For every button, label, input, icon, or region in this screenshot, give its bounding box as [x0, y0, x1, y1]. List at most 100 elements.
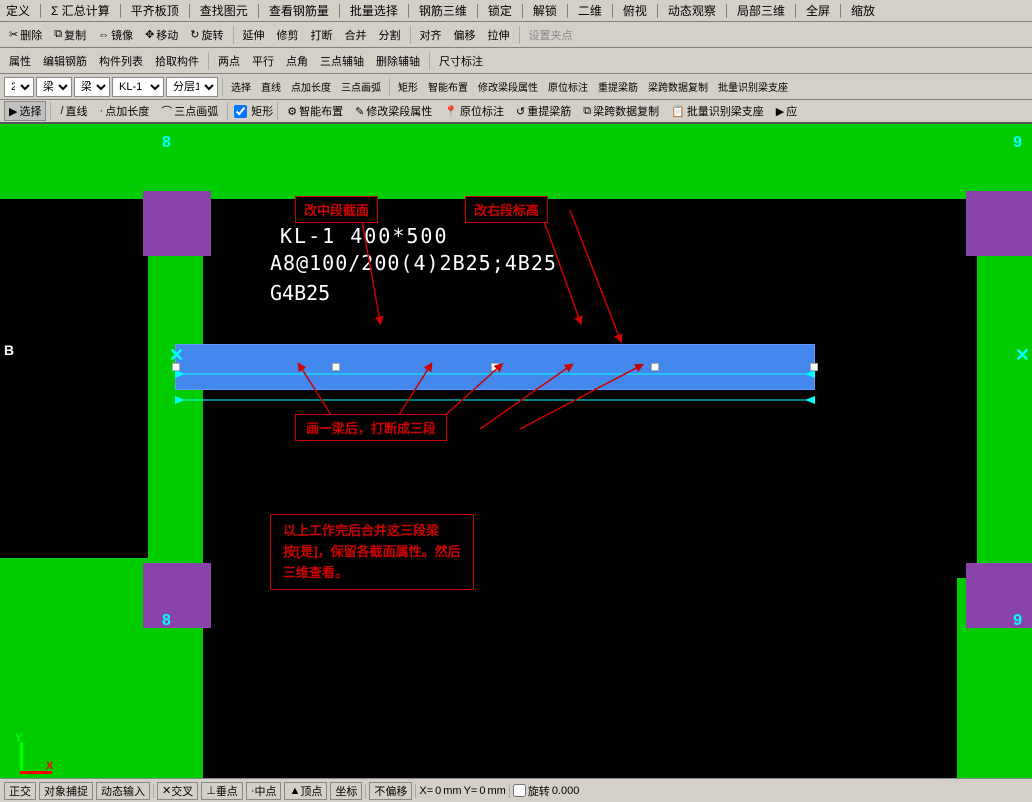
y-value: 0: [479, 785, 485, 797]
dim-line-top: [175, 364, 815, 384]
snap-line[interactable]: / 直线: [55, 101, 92, 121]
type1-select[interactable]: 梁: [36, 77, 72, 97]
menu-define[interactable]: 定义: [2, 1, 34, 20]
snap-3pt-arc[interactable]: ⌒ 三点画弧: [156, 101, 223, 121]
btn-parallel[interactable]: 平行: [247, 50, 279, 72]
menu-fullscreen[interactable]: 全屏: [802, 1, 834, 20]
unit2: mm: [487, 785, 505, 797]
menu-top-view[interactable]: 俯视: [619, 1, 651, 20]
main-canvas[interactable]: ✕ ✕ KL-1 400*500 A8@100/200(4)2B25;4B25 …: [0, 124, 1032, 778]
btn-3pt-aux[interactable]: 三点辅轴: [315, 50, 369, 72]
btn-copy[interactable]: ⧉复制: [49, 24, 91, 46]
x-marker-right: ✕: [1015, 345, 1030, 366]
status-not-offset[interactable]: 不偏移: [369, 782, 412, 800]
rotate-display: 旋转 0.000: [513, 783, 580, 799]
btn-edit-rebar2[interactable]: 直线: [257, 77, 285, 97]
btn-break[interactable]: 打断: [306, 24, 338, 46]
menu-2d[interactable]: 二维: [574, 1, 606, 20]
btn-trim[interactable]: 修剪: [272, 24, 304, 46]
id-select[interactable]: KL-1: [112, 77, 164, 97]
snap-smart[interactable]: ⚙ 智能布置: [282, 101, 348, 121]
status-ortho[interactable]: 正交: [4, 782, 36, 800]
y-axis-line: [20, 742, 23, 774]
btn-delete[interactable]: ✂删除: [4, 24, 47, 46]
btn-parallel2[interactable]: 智能布置: [424, 77, 472, 97]
beam-label-line2: A8@100/200(4)2B25;4B25: [270, 251, 557, 275]
status-top[interactable]: ▲ 顶点: [284, 782, 327, 800]
menu-rebar-qty[interactable]: 查看钢筋量: [265, 1, 333, 20]
rotate-value: 0.000: [552, 785, 580, 797]
num-top-right: 9: [1013, 134, 1022, 152]
menu-zoom[interactable]: 缩放: [847, 1, 879, 20]
type2-select[interactable]: 梁: [74, 77, 110, 97]
support-bottom-left: [143, 563, 211, 628]
anno-break: 画一梁后，打断成三段: [295, 414, 447, 441]
btn-move[interactable]: ✥移动: [140, 24, 183, 46]
btn-span-copy[interactable]: 梁跨数据复制: [644, 77, 712, 97]
btn-align[interactable]: 对齐: [415, 24, 447, 46]
btn-pt-angle2[interactable]: 修改梁段属性: [474, 77, 542, 97]
snap-in-situ[interactable]: 📍 原位标注: [439, 101, 509, 121]
btn-dim[interactable]: 尺寸标注: [434, 50, 488, 72]
anno-merge: 以上工作完后合并这三段梁 按[是]，保留各截面属性。然后三维查看。: [270, 514, 474, 590]
btn-pick-comp2[interactable]: 三点画弧: [337, 77, 385, 97]
num-top-left: 8: [162, 134, 171, 152]
x-marker-left: ✕: [169, 345, 184, 366]
btn-pick-comp[interactable]: 拾取构件: [150, 50, 204, 72]
layer-num-select[interactable]: 2: [4, 77, 34, 97]
snap-span-copy[interactable]: ⧉ 梁跨数据复制: [578, 101, 664, 121]
menu-batch-select[interactable]: 批量选择: [346, 1, 402, 20]
toolbar1: ✂删除 ⧉复制 ⇔镜像 ✥移动 ↻旋转 延伸 修剪 打断 合并 分割 对齐 偏移…: [0, 22, 1032, 48]
status-snap[interactable]: 对象捕捉: [39, 782, 93, 800]
layer-select[interactable]: 分层1: [166, 77, 218, 97]
btn-3pt-aux2[interactable]: 原位标注: [544, 77, 592, 97]
status-cross[interactable]: ✕ 交叉: [157, 782, 198, 800]
btn-del-aux2[interactable]: 重提梁筋: [594, 77, 642, 97]
btn-stretch[interactable]: 拉伸: [483, 24, 515, 46]
btn-split[interactable]: 分割: [374, 24, 406, 46]
status-dynamic[interactable]: 动态输入: [96, 782, 150, 800]
btn-rotate[interactable]: ↻旋转: [185, 24, 228, 46]
snap-re-rebar[interactable]: ↺ 重提梁筋: [511, 101, 576, 121]
btn-edit-rebar[interactable]: 编辑钢筋: [38, 50, 92, 72]
btn-comp-list2[interactable]: 点加长度: [287, 77, 335, 97]
menu-rebar-3d[interactable]: 钢筋三维: [415, 1, 471, 20]
status-coord[interactable]: 坐标: [330, 782, 362, 800]
menu-find[interactable]: 查找图元: [196, 1, 252, 20]
rotate-checkbox[interactable]: [513, 784, 526, 797]
menu-align-top[interactable]: 平齐板顶: [127, 1, 183, 20]
menu-lock[interactable]: 锁定: [484, 1, 516, 20]
btn-grip[interactable]: 设置夹点: [524, 24, 578, 46]
y-label: Y=: [464, 785, 478, 797]
status-center[interactable]: · 中点: [246, 782, 282, 800]
btn-merge[interactable]: 合并: [340, 24, 372, 46]
menu-summary[interactable]: Σ 汇总计算: [47, 1, 114, 20]
btn-two-pt[interactable]: 两点: [213, 50, 245, 72]
snap-batch-support[interactable]: 📋 批量识别梁支座: [666, 101, 769, 121]
btn-mirror[interactable]: ⇔镜像: [93, 24, 138, 46]
menu-dynamic-obs[interactable]: 动态观察: [664, 1, 720, 20]
btn-offset[interactable]: 偏移: [449, 24, 481, 46]
support-top-right: [966, 191, 1032, 256]
btn-props2[interactable]: 选择: [227, 77, 255, 97]
btn-extend[interactable]: 延伸: [238, 24, 270, 46]
anno-merge-body: 按[是]，保留各截面属性。然后三维查看。: [283, 542, 461, 584]
btn-props[interactable]: 属性: [4, 50, 36, 72]
btn-pt-angle[interactable]: 点角: [281, 50, 313, 72]
status-midpoint[interactable]: ⊥ 垂点: [201, 782, 243, 800]
check-rect[interactable]: [234, 105, 247, 118]
snap-apply[interactable]: ▶ 应: [771, 101, 802, 121]
support-bottom-right: [966, 563, 1032, 628]
rotate-label: 旋转: [528, 783, 550, 799]
snap-pt-len[interactable]: · 点加长度: [95, 101, 155, 121]
x-label: X=: [419, 785, 433, 797]
menu-local-3d[interactable]: 局部三维: [733, 1, 789, 20]
snap-select[interactable]: ▶ 选择: [4, 101, 46, 121]
menu-unlock[interactable]: 解锁: [529, 1, 561, 20]
btn-batch-id[interactable]: 批量识别梁支座: [714, 77, 792, 97]
btn-comp-list[interactable]: 构件列表: [94, 50, 148, 72]
snap-mod-seg[interactable]: ✎ 修改梁段属性: [350, 101, 437, 121]
anno-merge-title: 以上工作完后合并这三段梁: [283, 521, 461, 542]
btn-two-pt2[interactable]: 矩形: [394, 77, 422, 97]
btn-del-aux[interactable]: 删除辅轴: [371, 50, 425, 72]
